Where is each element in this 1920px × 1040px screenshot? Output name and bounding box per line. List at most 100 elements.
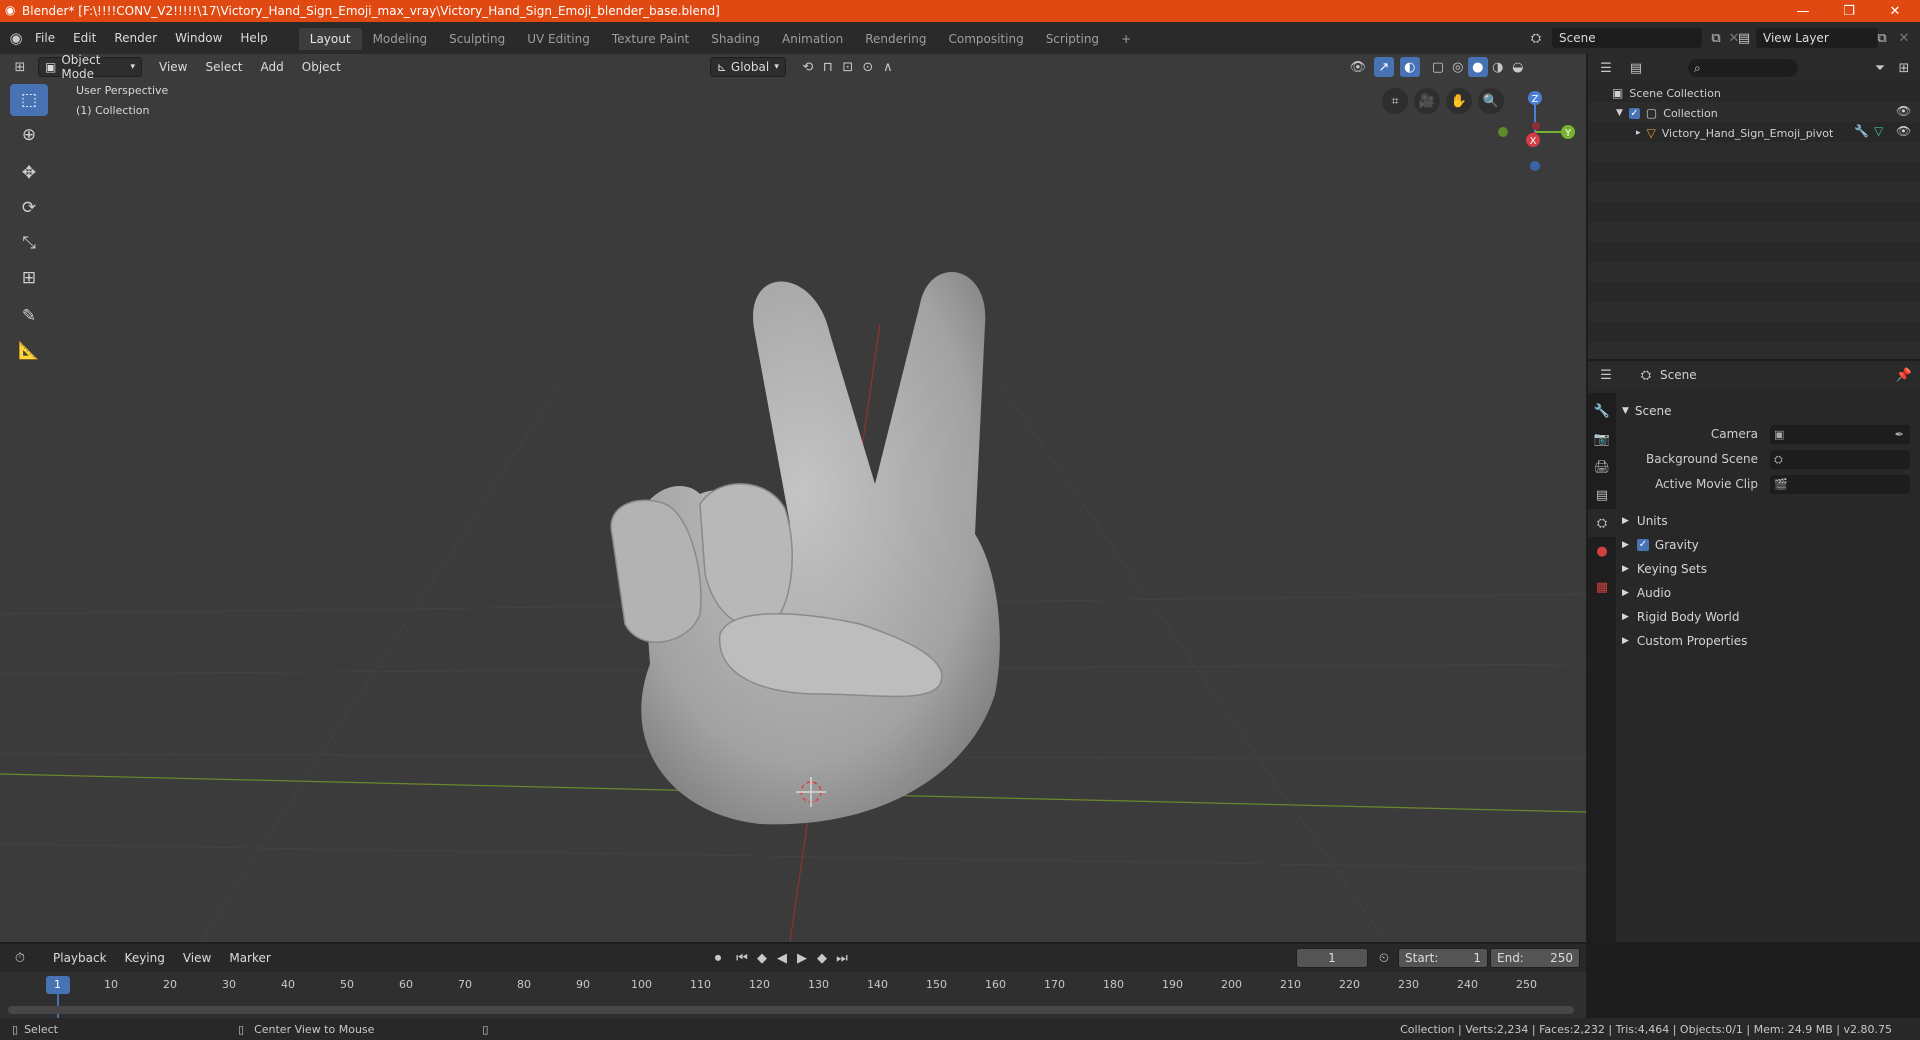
record-icon[interactable]: ⏺ <box>708 948 728 968</box>
active-movie-clip-field[interactable]: 🎬 <box>1770 475 1910 494</box>
rigid-body-world-panel-header[interactable]: ▶ Rigid Body World <box>1622 606 1739 628</box>
keying-sets-panel-header[interactable]: ▶ Keying Sets <box>1622 558 1707 580</box>
units-panel-header[interactable]: ▶ Units <box>1622 510 1668 532</box>
timeline-menu-view[interactable]: View <box>174 947 220 969</box>
navigation-gizmo[interactable]: Z Y X <box>1490 84 1576 184</box>
timeline-editor-icon[interactable]: ⏱ <box>10 948 30 968</box>
vp-menu-add[interactable]: Add <box>252 56 293 78</box>
filter-icon[interactable]: ⏷ <box>1870 58 1890 78</box>
play-reverse-icon[interactable]: ◀ <box>772 948 792 968</box>
measure-tool[interactable]: 📐 <box>10 335 48 367</box>
start-frame-field[interactable]: Start: 1 <box>1398 948 1488 968</box>
proportional-edit-icon[interactable]: ⊙ <box>858 57 878 77</box>
tab-sculpting[interactable]: Sculpting <box>438 28 516 50</box>
tab-texture-icon[interactable]: ▦ <box>1588 573 1616 601</box>
preview-range-icon[interactable]: ⏲ <box>1374 948 1394 968</box>
tab-texture-paint[interactable]: Texture Paint <box>601 28 700 50</box>
gravity-panel-header[interactable]: ▶ ✓ Gravity <box>1622 534 1699 556</box>
vp-menu-view[interactable]: View <box>150 56 196 78</box>
editor-type-icon[interactable]: ⊞ <box>10 57 30 77</box>
pan-view-icon[interactable]: ✋ <box>1446 88 1472 114</box>
material-shading-icon[interactable]: ◑ <box>1488 57 1508 77</box>
camera-field[interactable]: ▣ ✒ <box>1770 425 1910 444</box>
new-collection-icon[interactable]: ⊞ <box>1894 58 1914 78</box>
play-icon[interactable]: ▶ <box>792 948 812 968</box>
menu-window[interactable]: Window <box>166 27 231 49</box>
timeline-ruler[interactable]: 1 10 20 30 40 50 60 70 80 90 100 110 120… <box>0 972 1586 1018</box>
collection-visibility-icon[interactable]: 👁 <box>1896 104 1911 118</box>
toggle-camera-view-icon[interactable]: ⌗ <box>1382 88 1408 114</box>
vp-menu-object[interactable]: Object <box>293 56 350 78</box>
minimize-icon[interactable]: — <box>1780 0 1826 22</box>
tab-rendering[interactable]: Rendering <box>854 28 937 50</box>
gizmo-toggle-icon[interactable]: ↗ <box>1373 57 1394 77</box>
tab-scene-icon[interactable]: ⛭ <box>1588 509 1616 537</box>
blender-menu-icon[interactable]: ◉ <box>6 28 26 48</box>
transform-orientation-selector[interactable]: ⊾ Global ▾ <box>709 57 786 77</box>
mesh-data-icon[interactable]: ▽ <box>1874 124 1883 138</box>
victory-hand-model[interactable] <box>610 271 1000 825</box>
vp-menu-select[interactable]: Select <box>196 56 251 78</box>
snap-target-icon[interactable]: ⊡ <box>838 57 858 77</box>
timeline-scrollbar[interactable] <box>8 1006 1574 1014</box>
timeline-menu-marker[interactable]: Marker <box>220 947 279 969</box>
scene-panel-header[interactable]: ▼ Scene <box>1622 400 1672 422</box>
close-icon[interactable]: ✕ <box>1872 0 1918 22</box>
prev-keyframe-icon[interactable]: ◆ <box>752 948 772 968</box>
outliner-object-row[interactable]: ▸ ▽ Victory_Hand_Sign_Emoji_pivot <box>1636 124 1833 142</box>
timeline-menu-keying[interactable]: Keying <box>116 947 174 969</box>
annotate-tool[interactable]: ✎ <box>10 300 48 332</box>
remove-view-layer-icon[interactable]: ✕ <box>1894 28 1914 48</box>
mode-selector[interactable]: ▣ Object Mode ▾ <box>38 54 142 81</box>
outliner-scene-collection[interactable]: ▣ Scene Collection <box>1612 84 1721 102</box>
select-box-tool[interactable]: ⬚ <box>10 84 48 116</box>
jump-start-icon[interactable]: ⏮ <box>732 948 752 968</box>
menu-render[interactable]: Render <box>105 27 166 49</box>
snap-icon[interactable]: ⊓ <box>818 57 838 77</box>
falloff-icon[interactable]: ∧ <box>878 57 898 77</box>
object-visibility-icon[interactable]: 👁 <box>1896 124 1911 138</box>
menu-file[interactable]: File <box>26 27 64 49</box>
expand-arrow-icon[interactable]: ▼ <box>1616 108 1623 118</box>
rendered-shading-icon[interactable]: ◒ <box>1508 57 1528 77</box>
tab-tool-icon[interactable]: 🔧 <box>1588 397 1616 425</box>
wireframe-shading-icon[interactable]: ◎ <box>1448 57 1468 77</box>
current-frame-field[interactable]: 1 <box>1296 948 1368 968</box>
camera-icon[interactable]: 🎥 <box>1414 88 1440 114</box>
move-tool[interactable]: ✥ <box>10 157 48 189</box>
scale-tool[interactable]: ⤡ <box>10 227 48 259</box>
menu-help[interactable]: Help <box>231 27 276 49</box>
cursor-tool[interactable]: ⊕ <box>10 119 48 151</box>
outliner-search-input[interactable]: ⌕ <box>1688 59 1798 77</box>
copy-scene-icon[interactable]: ⧉ <box>1706 28 1726 48</box>
maximize-icon[interactable]: ❐ <box>1826 0 1872 22</box>
tab-layout[interactable]: Layout <box>298 28 362 50</box>
collection-checkbox[interactable]: ✓ <box>1628 107 1640 119</box>
jump-end-icon[interactable]: ⏭ <box>832 948 852 968</box>
outliner-editor-icon[interactable]: ☰ <box>1596 58 1616 78</box>
tab-animation[interactable]: Animation <box>771 28 854 50</box>
tab-modeling[interactable]: Modeling <box>362 28 439 50</box>
display-mode-icon[interactable]: ▤ <box>1626 58 1646 78</box>
properties-editor-icon[interactable]: ☰ <box>1596 365 1616 385</box>
copy-view-layer-icon[interactable]: ⧉ <box>1872 28 1892 48</box>
next-keyframe-icon[interactable]: ◆ <box>812 948 832 968</box>
tab-uv-editing[interactable]: UV Editing <box>516 28 601 50</box>
pivot-icon[interactable]: ⟲ <box>798 57 818 77</box>
gravity-checkbox[interactable]: ✓ <box>1636 539 1649 551</box>
scene-selector[interactable]: Scene <box>1552 28 1702 48</box>
audio-panel-header[interactable]: ▶ Audio <box>1622 582 1671 604</box>
tab-shading[interactable]: Shading <box>700 28 771 50</box>
menu-edit[interactable]: Edit <box>64 27 105 49</box>
visibility-icon[interactable]: 👁 <box>1348 57 1368 77</box>
rotate-tool[interactable]: ⟳ <box>10 192 48 224</box>
custom-properties-panel-header[interactable]: ▶ Custom Properties <box>1622 630 1747 652</box>
tab-world-icon[interactable]: ● <box>1588 537 1616 565</box>
expand-arrow-icon[interactable]: ▸ <box>1636 128 1641 138</box>
end-frame-field[interactable]: End: 250 <box>1490 948 1580 968</box>
tab-compositing[interactable]: Compositing <box>937 28 1034 50</box>
3d-viewport[interactable]: ⊞ ▣ Object Mode ▾ View Select Add Object… <box>0 54 1586 942</box>
outliner-collection[interactable]: ▼ ✓ ▢ Collection <box>1616 104 1718 122</box>
pin-icon[interactable]: 📌 <box>1894 365 1914 385</box>
view-layer-selector[interactable]: View Layer <box>1756 28 1878 48</box>
